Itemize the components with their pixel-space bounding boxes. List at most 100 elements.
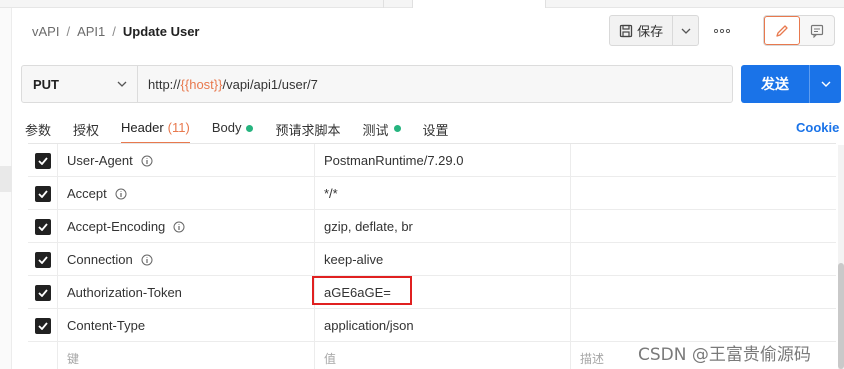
edit-mode-button[interactable] — [764, 16, 800, 45]
row-checkbox[interactable] — [34, 284, 51, 301]
breadcrumb-item-folder[interactable]: API1 — [77, 24, 105, 39]
header-description-cell[interactable] — [571, 144, 836, 177]
row-checkbox[interactable] — [34, 185, 51, 202]
table-row: Connection keep-alive — [28, 243, 836, 276]
row-checkbox[interactable] — [34, 317, 51, 334]
header-description-cell[interactable] — [571, 210, 836, 243]
request-url-bar: PUT http://{{host}}/vapi/api1/user/7 — [21, 65, 733, 103]
method-label: PUT — [33, 76, 59, 92]
tab-label: 参数 — [25, 123, 52, 138]
scrollbar-thumb[interactable] — [838, 263, 844, 369]
comment-icon — [810, 24, 823, 38]
header-key-cell[interactable]: Content-Type — [58, 309, 315, 342]
row-checkbox[interactable] — [34, 251, 51, 268]
tab-settings[interactable]: 设置 — [423, 118, 449, 144]
tab-authorization[interactable]: 授权 — [73, 118, 99, 144]
header-key: Authorization-Token — [67, 285, 182, 300]
url-prefix: http:// — [148, 76, 181, 92]
table-row: Accept-Encoding gzip, deflate, br — [28, 210, 836, 243]
header-description-cell[interactable] — [571, 177, 836, 210]
tab-params[interactable]: 参数 — [25, 118, 51, 144]
tab-body[interactable]: Body — [212, 118, 254, 144]
status-dot — [393, 125, 401, 132]
checkmark-icon — [37, 189, 48, 198]
new-key-input[interactable]: 键 — [58, 342, 315, 369]
save-button-group: 保存 — [609, 15, 699, 46]
table-row: Content-Type application/json — [28, 309, 836, 342]
chevron-down-icon — [681, 28, 691, 34]
header-key-cell[interactable]: Accept — [58, 177, 315, 210]
header-description-cell[interactable] — [571, 243, 836, 276]
active-request-tab[interactable] — [412, 0, 546, 8]
cookies-link[interactable]: Cookie — [796, 120, 839, 135]
header-key-cell[interactable]: Accept-Encoding — [58, 210, 315, 243]
left-gutter — [0, 8, 12, 369]
save-options-dropdown[interactable] — [673, 16, 698, 45]
tab-label: 测试 — [362, 123, 389, 138]
tab-label: Header — [121, 120, 164, 135]
header-description-cell[interactable] — [571, 276, 836, 309]
url-input[interactable]: http://{{host}}/vapi/api1/user/7 — [138, 66, 318, 102]
breadcrumb-item-collection[interactable]: vAPI — [32, 24, 59, 39]
header-value-cell[interactable]: application/json — [315, 309, 571, 342]
gutter-marker — [0, 166, 12, 192]
row-checkbox-cell — [28, 144, 58, 177]
checkmark-icon — [37, 156, 48, 165]
send-options-dropdown[interactable] — [810, 65, 841, 103]
info-icon[interactable] — [141, 155, 153, 167]
method-select[interactable]: PUT — [22, 66, 138, 102]
save-label: 保存 — [637, 24, 664, 39]
tab-headers[interactable]: Header (11) — [121, 118, 190, 144]
breadcrumb-separator: / — [66, 23, 71, 39]
comments-button[interactable] — [800, 16, 835, 45]
header-value-cell[interactable]: */* — [315, 177, 571, 210]
more-horizontal-icon — [714, 29, 730, 33]
header-value-cell[interactable]: keep-alive — [315, 243, 571, 276]
row-checkbox-cell — [28, 342, 58, 369]
header-key: Accept-Encoding — [67, 219, 166, 234]
request-tabs: 参数 授权 Header (11) Body 预请求脚本 测试 设置 — [25, 118, 471, 144]
top-tab-strip — [0, 0, 844, 8]
chevron-down-icon — [821, 81, 830, 87]
header-value-cell[interactable]: PostmanRuntime/7.29.0 — [315, 144, 571, 177]
annotation-highlight-box — [312, 276, 412, 305]
table-row: Accept */* — [28, 177, 836, 210]
more-actions-button[interactable] — [708, 22, 736, 40]
tab-pre-request-script[interactable]: 预请求脚本 — [275, 118, 340, 144]
header-key-cell[interactable]: Authorization-Token — [58, 276, 315, 309]
url-variable-host: {{host}} — [180, 76, 223, 92]
info-icon[interactable] — [141, 254, 153, 266]
info-icon[interactable] — [115, 188, 127, 200]
header-description-cell[interactable] — [571, 309, 836, 342]
previous-tab[interactable] — [0, 0, 384, 8]
row-checkbox-cell — [28, 309, 58, 342]
checkmark-icon — [37, 255, 48, 264]
view-mode-toggle — [763, 15, 835, 46]
header-key: User-Agent — [67, 153, 133, 168]
watermark: CSDN @王富贵偷源码 — [638, 345, 811, 365]
row-checkbox[interactable] — [34, 218, 51, 235]
row-checkbox-cell — [28, 177, 58, 210]
new-value-input[interactable]: 值 — [315, 342, 571, 369]
header-key-cell[interactable]: User-Agent — [58, 144, 315, 177]
headers-table: User-Agent PostmanRuntime/7.29.0 Accept … — [28, 143, 836, 369]
info-icon[interactable] — [173, 221, 185, 233]
breadcrumb-current-request[interactable]: Update User — [123, 24, 200, 39]
checkmark-icon — [37, 321, 48, 330]
header-value-cell[interactable]: gzip, deflate, br — [315, 210, 571, 243]
send-button[interactable]: 发送 — [741, 65, 810, 103]
chevron-down-icon — [117, 81, 127, 87]
header-key: Content-Type — [67, 318, 146, 333]
tab-tests[interactable]: 测试 — [362, 118, 401, 144]
save-button[interactable]: 保存 — [610, 16, 674, 45]
vertical-scrollbar[interactable] — [838, 145, 844, 369]
tab-label: 预请求脚本 — [275, 123, 341, 138]
row-checkbox-cell — [28, 210, 58, 243]
tab-label: Body — [211, 120, 242, 135]
header-key-cell[interactable]: Connection — [58, 243, 315, 276]
tab-label: 授权 — [73, 123, 100, 138]
send-button-group: 发送 — [741, 65, 841, 103]
url-path: /vapi/api1/user/7 — [222, 76, 318, 92]
row-checkbox[interactable] — [34, 152, 51, 169]
tab-count-badge: (11) — [167, 120, 190, 135]
